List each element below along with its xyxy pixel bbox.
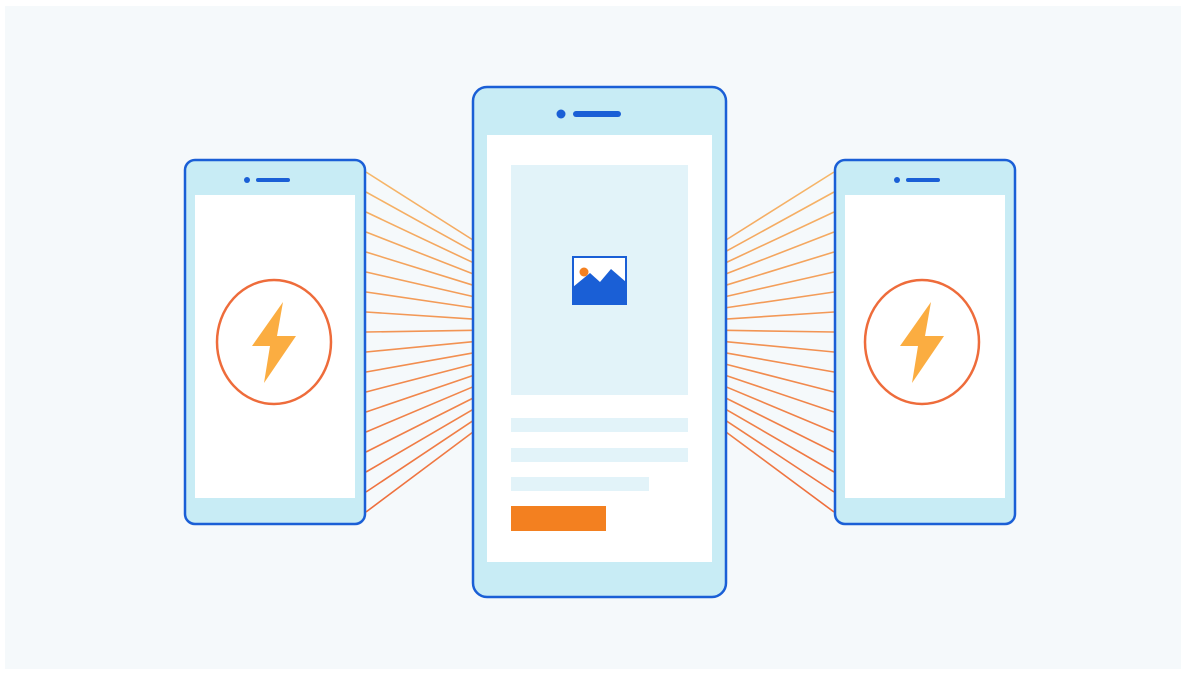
connection-ray bbox=[725, 311, 835, 320]
speaker-icon bbox=[906, 178, 940, 182]
connection-rays-right bbox=[725, 171, 835, 513]
connection-ray bbox=[725, 251, 835, 286]
speaker-icon bbox=[256, 178, 290, 182]
connection-ray bbox=[725, 340, 835, 353]
connection-ray bbox=[725, 211, 835, 264]
left-phone bbox=[183, 158, 367, 526]
connection-ray bbox=[365, 420, 474, 493]
connection-ray bbox=[365, 171, 474, 241]
orange-button bbox=[511, 506, 606, 531]
connection-ray bbox=[365, 251, 474, 286]
connection-ray bbox=[365, 231, 474, 275]
connection-ray bbox=[365, 311, 474, 320]
connection-ray bbox=[365, 271, 474, 298]
speaker-icon bbox=[573, 111, 621, 117]
image-icon bbox=[572, 256, 627, 305]
connection-ray bbox=[725, 231, 835, 275]
phones-illustration bbox=[183, 85, 1017, 599]
right-phone bbox=[833, 158, 1017, 526]
connection-ray bbox=[365, 329, 474, 333]
connection-ray bbox=[725, 420, 835, 493]
text-line bbox=[511, 448, 688, 462]
connection-rays-left bbox=[365, 171, 474, 513]
text-line bbox=[511, 418, 688, 432]
connection-ray bbox=[365, 211, 474, 264]
camera-dot-icon bbox=[894, 177, 900, 183]
connection-ray bbox=[365, 408, 474, 473]
connection-ray bbox=[725, 271, 835, 298]
center-phone bbox=[471, 85, 728, 599]
connection-ray bbox=[725, 191, 835, 252]
illustration-canvas bbox=[5, 6, 1181, 669]
camera-dot-icon bbox=[244, 177, 250, 183]
connection-ray bbox=[365, 191, 474, 252]
connection-ray bbox=[365, 291, 474, 309]
connection-ray bbox=[725, 291, 835, 309]
text-line bbox=[511, 477, 649, 491]
connection-ray bbox=[365, 340, 474, 353]
camera-dot-icon bbox=[556, 109, 566, 119]
connection-ray bbox=[725, 329, 835, 333]
connection-ray bbox=[725, 171, 835, 241]
connection-ray bbox=[725, 408, 835, 473]
